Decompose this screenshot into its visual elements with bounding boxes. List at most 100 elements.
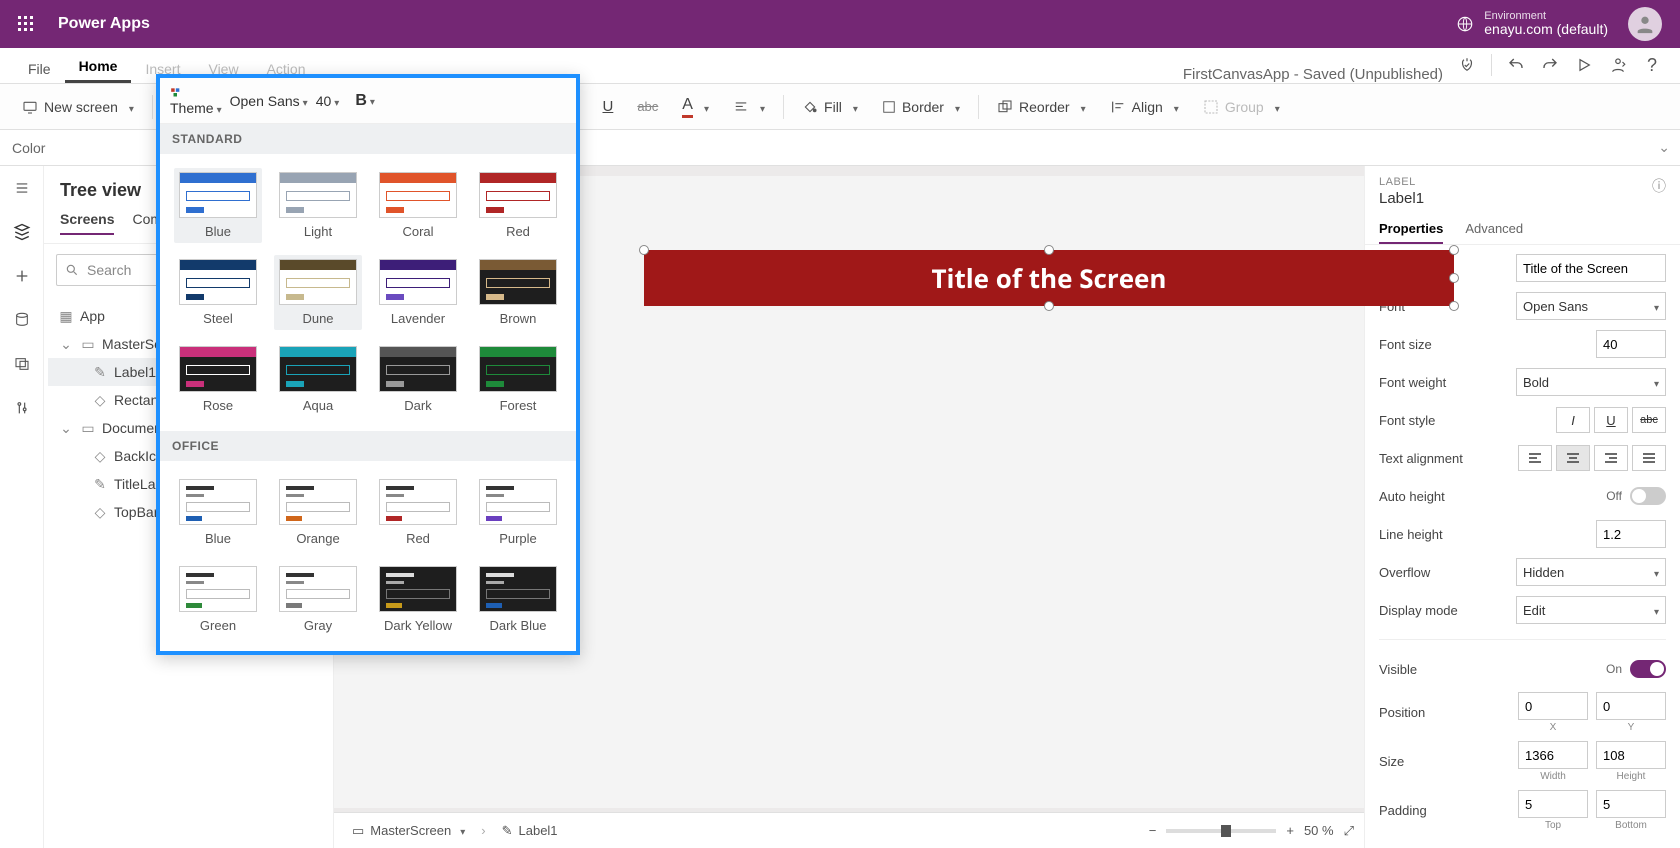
selection-handle[interactable] bbox=[1449, 245, 1459, 255]
prop-size-h[interactable] bbox=[1596, 741, 1666, 769]
selection-handle[interactable] bbox=[639, 245, 649, 255]
waffle-icon[interactable] bbox=[10, 8, 42, 40]
popup-bold-button[interactable]: B bbox=[355, 92, 375, 110]
selection-handle[interactable] bbox=[1044, 301, 1054, 311]
theme-swatch-red[interactable]: Red bbox=[474, 168, 562, 243]
breadcrumb-screen[interactable]: ▭MasterScreen bbox=[344, 820, 473, 842]
reorder-icon bbox=[997, 99, 1013, 115]
hamburger-icon[interactable] bbox=[10, 176, 34, 200]
insert-icon[interactable] bbox=[10, 264, 34, 288]
prop-displaymode-select[interactable]: Edit bbox=[1516, 596, 1666, 624]
popup-font-combo[interactable]: Open Sans bbox=[230, 93, 308, 109]
strike-button[interactable]: abc bbox=[629, 94, 666, 119]
data-icon[interactable] bbox=[10, 308, 34, 332]
prop-help-icon[interactable]: ⓘ bbox=[1652, 176, 1666, 196]
theme-popup: Theme Open Sans 40 B STANDARD BlueLightC… bbox=[156, 74, 580, 655]
zoom-out-icon[interactable]: − bbox=[1149, 823, 1157, 838]
underline-toggle[interactable]: U bbox=[1594, 407, 1628, 433]
align-left[interactable] bbox=[1518, 445, 1552, 471]
environment-picker[interactable]: Environment enayu.com (default) bbox=[1456, 10, 1608, 37]
share-icon[interactable] bbox=[1604, 51, 1632, 79]
theme-swatch-aqua[interactable]: Aqua bbox=[274, 342, 362, 417]
undo-icon[interactable] bbox=[1502, 51, 1530, 79]
prop-font-select[interactable]: Open Sans bbox=[1516, 292, 1666, 320]
fill-button[interactable]: Fill bbox=[794, 94, 866, 120]
prop-size-w[interactable] bbox=[1518, 741, 1588, 769]
popup-size-combo[interactable]: 40 bbox=[316, 93, 340, 109]
app-name: Power Apps bbox=[58, 15, 150, 33]
prop-pos-y[interactable] bbox=[1596, 692, 1666, 720]
theme-swatch-blue[interactable]: Blue bbox=[174, 168, 262, 243]
theme-swatch-forest[interactable]: Forest bbox=[474, 342, 562, 417]
selection-handle[interactable] bbox=[1449, 273, 1459, 283]
tab-advanced[interactable]: Advanced bbox=[1465, 215, 1523, 244]
zoom-slider[interactable] bbox=[1166, 829, 1276, 833]
selection-handle[interactable] bbox=[1449, 301, 1459, 311]
user-avatar[interactable] bbox=[1628, 7, 1662, 41]
font-color-button[interactable]: A bbox=[674, 91, 717, 123]
tab-properties[interactable]: Properties bbox=[1379, 215, 1443, 244]
border-button[interactable]: Border bbox=[874, 94, 968, 120]
selection-handle[interactable] bbox=[1044, 245, 1054, 255]
theme-swatch-office-orange[interactable]: Orange bbox=[274, 475, 362, 550]
environment-icon bbox=[1456, 15, 1474, 33]
autoheight-toggle[interactable] bbox=[1630, 487, 1666, 505]
prop-overflow-select[interactable]: Hidden bbox=[1516, 558, 1666, 586]
prop-pad-bottom[interactable] bbox=[1596, 790, 1666, 818]
prop-category: LABEL bbox=[1379, 176, 1424, 188]
label-title-of-screen[interactable]: Title of the Screen bbox=[644, 250, 1454, 306]
prop-fontsize-input[interactable] bbox=[1596, 330, 1666, 358]
menu-file[interactable]: File bbox=[14, 55, 65, 83]
theme-swatch-coral[interactable]: Coral bbox=[374, 168, 462, 243]
environment-name: enayu.com (default) bbox=[1484, 22, 1608, 37]
fit-icon[interactable]: ⤢ bbox=[1344, 823, 1354, 839]
text-align-button[interactable] bbox=[725, 94, 773, 120]
theme-swatch-dark[interactable]: Dark bbox=[374, 342, 462, 417]
theme-swatch-office-purple[interactable]: Purple bbox=[474, 475, 562, 550]
theme-swatch-office-red[interactable]: Red bbox=[374, 475, 462, 550]
reorder-button[interactable]: Reorder bbox=[989, 94, 1094, 120]
play-icon[interactable] bbox=[1570, 51, 1598, 79]
align-center[interactable] bbox=[1556, 445, 1590, 471]
app-checker-icon[interactable] bbox=[1453, 51, 1481, 79]
underline-button[interactable]: U bbox=[594, 93, 621, 120]
tab-screens[interactable]: Screens bbox=[60, 205, 114, 235]
shape-icon: ◇ bbox=[92, 392, 108, 408]
theme-swatch-light[interactable]: Light bbox=[274, 168, 362, 243]
theme-swatch-lavender[interactable]: Lavender bbox=[374, 255, 462, 330]
help-icon[interactable]: ? bbox=[1638, 51, 1666, 79]
italic-toggle[interactable]: I bbox=[1556, 407, 1590, 433]
expand-formula-icon[interactable]: ⌄ bbox=[1658, 139, 1670, 156]
zoom-in-icon[interactable]: + bbox=[1286, 823, 1294, 838]
theme-swatch-rose[interactable]: Rose bbox=[174, 342, 262, 417]
align-justify[interactable] bbox=[1632, 445, 1666, 471]
theme-icon bbox=[170, 86, 184, 100]
prop-text-input[interactable] bbox=[1516, 254, 1666, 282]
breadcrumb-control[interactable]: ✎Label1 bbox=[494, 820, 566, 842]
strike-toggle[interactable]: abc bbox=[1632, 407, 1666, 433]
theme-swatch-dune[interactable]: Dune bbox=[274, 255, 362, 330]
theme-swatch-steel[interactable]: Steel bbox=[174, 255, 262, 330]
menu-home[interactable]: Home bbox=[65, 52, 132, 83]
redo-icon[interactable] bbox=[1536, 51, 1564, 79]
theme-swatch-office-gray[interactable]: Gray bbox=[274, 562, 362, 637]
theme-dropdown-inpopup[interactable]: Theme bbox=[170, 86, 222, 116]
new-screen-button[interactable]: New screen bbox=[14, 94, 142, 120]
chevron-down-icon: ⌄ bbox=[58, 420, 74, 436]
theme-swatch-office-blue[interactable]: Blue bbox=[174, 475, 262, 550]
theme-swatch-office-dark-yellow[interactable]: Dark Yellow bbox=[374, 562, 462, 637]
visible-toggle[interactable] bbox=[1630, 660, 1666, 678]
media-icon[interactable] bbox=[10, 352, 34, 376]
align-button[interactable]: Align bbox=[1102, 94, 1187, 120]
prop-pos-x[interactable] bbox=[1518, 692, 1588, 720]
prop-lineheight-input[interactable] bbox=[1596, 520, 1666, 548]
align-right[interactable] bbox=[1594, 445, 1628, 471]
theme-swatch-office-dark-blue[interactable]: Dark Blue bbox=[474, 562, 562, 637]
settings-icon[interactable] bbox=[10, 396, 34, 420]
label-icon: ✎ bbox=[92, 364, 108, 380]
prop-pad-top[interactable] bbox=[1518, 790, 1588, 818]
tree-view-icon[interactable] bbox=[10, 220, 34, 244]
theme-swatch-brown[interactable]: Brown bbox=[474, 255, 562, 330]
theme-swatch-office-green[interactable]: Green bbox=[174, 562, 262, 637]
prop-fontweight-select[interactable]: Bold bbox=[1516, 368, 1666, 396]
